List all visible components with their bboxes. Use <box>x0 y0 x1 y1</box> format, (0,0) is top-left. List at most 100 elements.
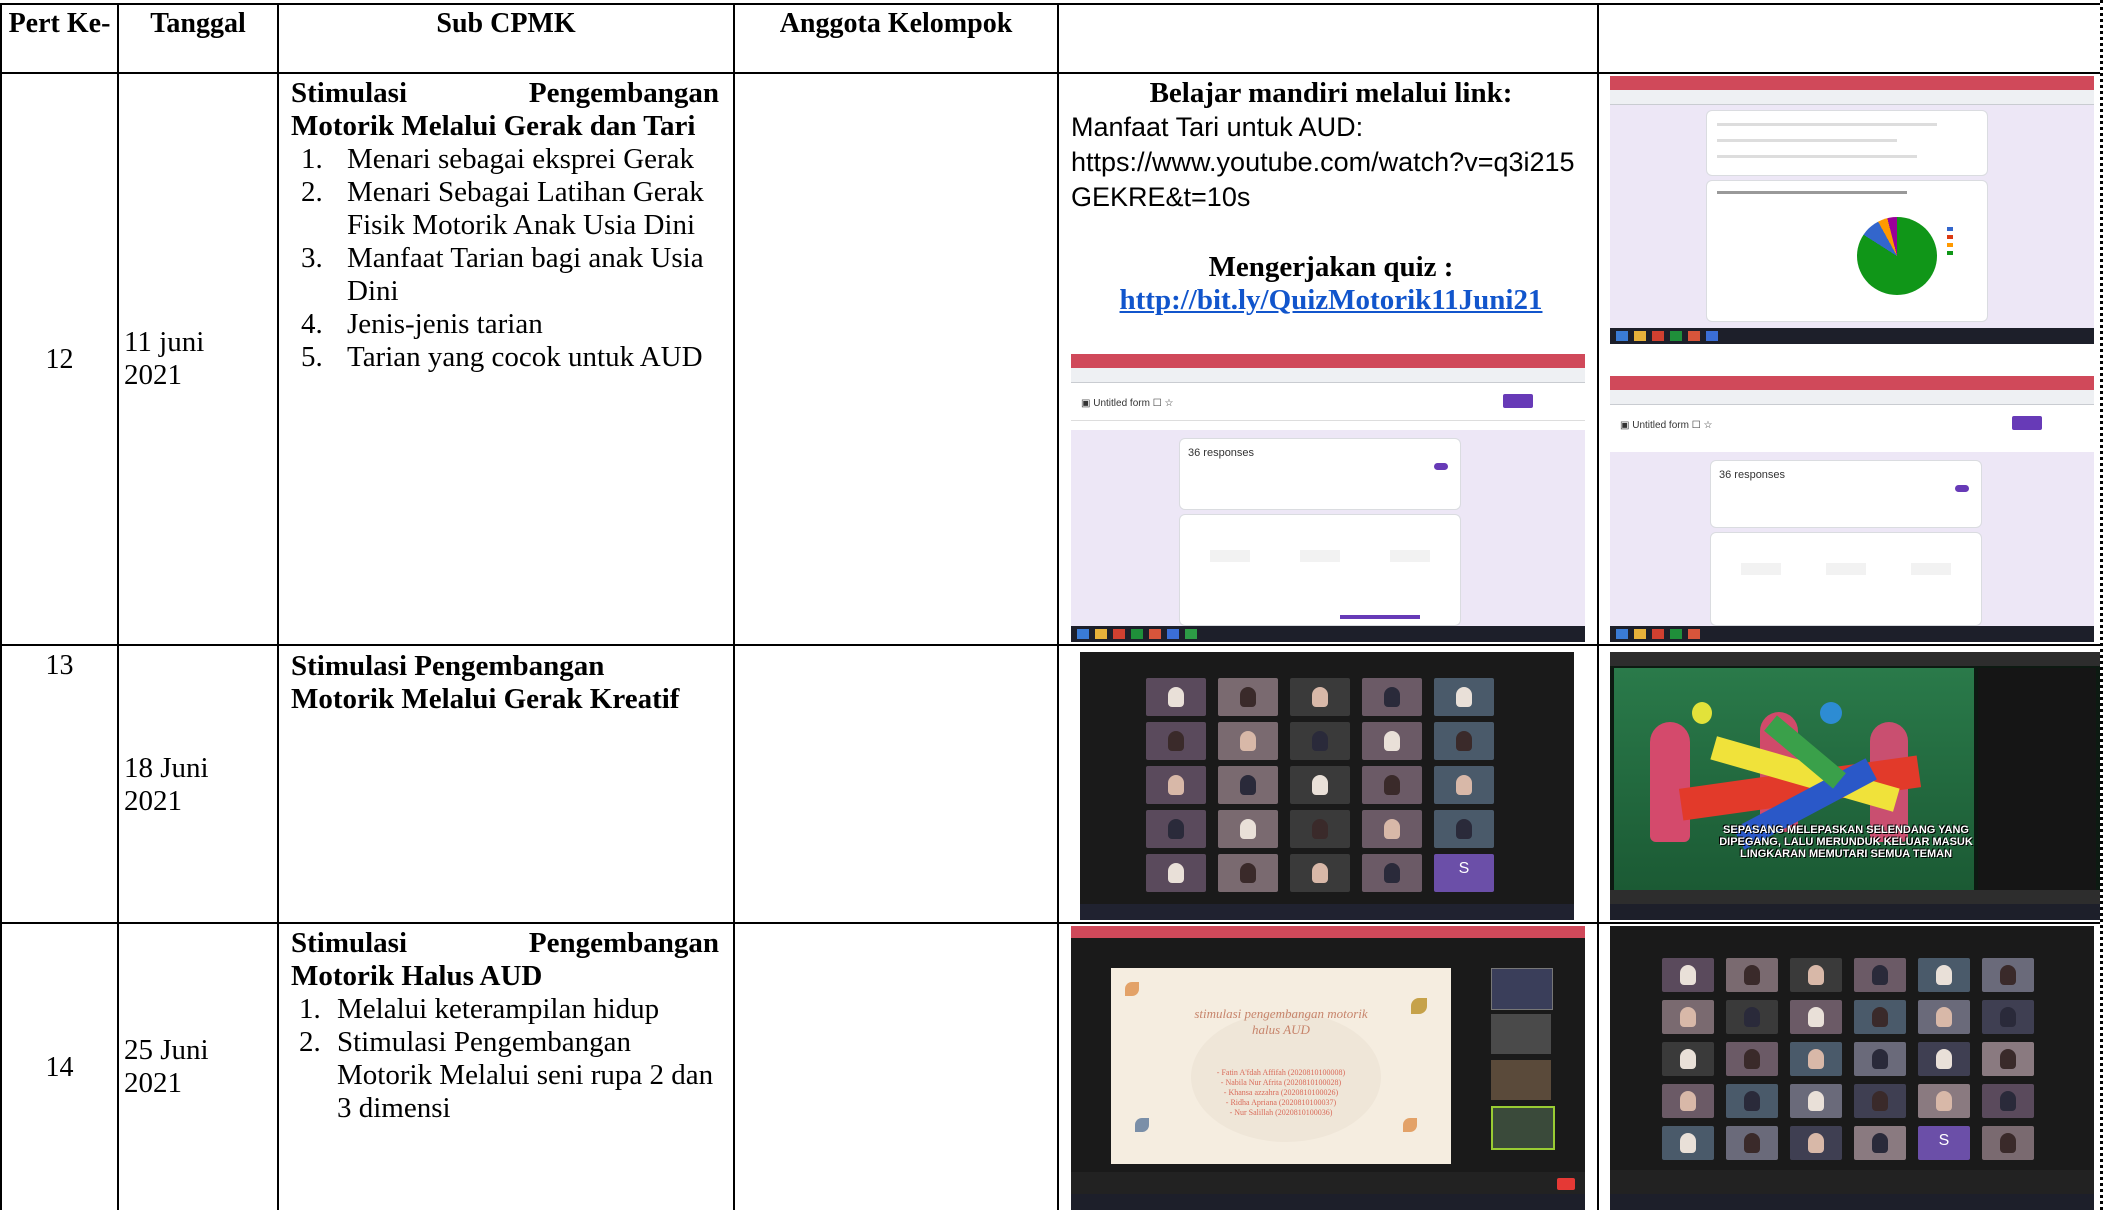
zoom-video-tile <box>1726 1042 1778 1076</box>
topic-item-text: Manfaat Tarian bagi anak Usia Dini <box>347 242 704 307</box>
belajar-url-2[interactable]: GEKRE&t=10s <box>1071 180 1591 215</box>
zoom-video-tile <box>1854 1000 1906 1034</box>
topic-item: 4. Jenis-jenis tarian <box>291 308 719 341</box>
zoom-video-tile <box>1982 1084 2034 1118</box>
zoom-video-tile <box>1290 766 1350 804</box>
zoom-video-tile <box>1918 958 1970 992</box>
row-13-date: 18 Juni 2021 <box>124 752 209 817</box>
zoom-video-tile <box>1790 1084 1842 1118</box>
zoom-video-tile <box>1726 1084 1778 1118</box>
slide-title-1: stimulasi pengembangan motorik <box>1194 1006 1368 1021</box>
row-12-date: 11 juni 2021 <box>124 326 205 391</box>
zoom-slide-screenshot: stimulasi pengembangan motorik halus AUD… <box>1071 926 1585 1210</box>
zoom-video-tile <box>1790 958 1842 992</box>
zoom-video-tile <box>1434 678 1494 716</box>
quiz-link[interactable]: http://bit.ly/QuizMotorik11Juni21 <box>1120 284 1543 316</box>
row-14-number: 14 <box>45 1052 74 1083</box>
zoom-video-tile <box>1662 1042 1714 1076</box>
zoom-video-tile <box>1726 958 1778 992</box>
zoom-video-tile <box>1362 810 1422 848</box>
zoom-video-tile <box>1662 958 1714 992</box>
zoom-video-tile <box>1146 854 1206 892</box>
row-12-subcpmk: Stimulasi Pengembangan Motorik Melalui G… <box>291 77 719 374</box>
zoom-video-tile <box>1982 1042 2034 1076</box>
zoom-video-tile <box>1662 1126 1714 1160</box>
zoom-gallery-screenshot-2: S <box>1610 926 2094 1210</box>
zoom-video-tile <box>1790 1000 1842 1034</box>
zoom-video-tile <box>1218 810 1278 848</box>
topic-item-text: Stimulasi Pengembangan Motorik Melalui s… <box>337 1026 714 1124</box>
zoom-video-tile <box>1362 722 1422 760</box>
zoom-video-tile <box>1146 678 1206 716</box>
topic-item: 2. Stimulasi Pengembangan Motorik Melalui… <box>291 1026 719 1125</box>
slide-member: - Nabila Nur Afrita (2020810100028) <box>1220 1078 1342 1087</box>
video-caption-1: SEPASANG MELEPASKAN SELENDANG YANG <box>1723 824 1969 836</box>
video-caption-3: LINGKARAN MEMUTARI SEMUA TEMAN <box>1739 848 1953 860</box>
zoom-gallery-screenshot-1: S <box>1080 652 1574 920</box>
slide-member-list: - Fatin A'fdah Affifah (2020810100008) - … <box>1111 1068 1451 1118</box>
slide-title-2: halus AUD <box>1252 1022 1310 1037</box>
slide-member: - Fatin A'fdah Affifah (2020810100008) <box>1216 1068 1346 1077</box>
row-12-topic-list: 1. Menari sebagai eksprei Gerak 2. Menari S… <box>291 143 719 374</box>
row-13-subcpmk: Stimulasi Pengembangan Motorik Melalui G… <box>291 650 719 716</box>
row-14-title-line2: Motorik Halus AUD <box>291 960 543 992</box>
header-pert: Pert Ke- <box>8 8 111 39</box>
slide-member: - Nur Salillah (2020810100036) <box>1229 1108 1333 1117</box>
slide-member: - Khansa azzahra (2020810100026) <box>1223 1088 1339 1097</box>
topic-item-text: Tarian yang cocok untuk AUD <box>347 341 703 373</box>
zoom-video-tile <box>1918 1042 1970 1076</box>
topic-item-number: 2. <box>299 1026 321 1058</box>
topic-item: 5. Tarian yang cocok untuk AUD <box>291 341 719 374</box>
zoom-video-tile <box>1662 1084 1714 1118</box>
zoom-video-tile <box>1434 766 1494 804</box>
zoom-video-tile <box>1434 810 1494 848</box>
zoom-video-tile <box>1290 678 1350 716</box>
zoom-video-tile <box>1218 766 1278 804</box>
avatar-initial: S <box>1458 860 1470 877</box>
row-14-subcpmk: Stimulasi Pengembangan Motorik Halus AUD… <box>291 927 719 1125</box>
zoom-video-tile <box>1854 1126 1906 1160</box>
zoom-video-tile <box>1662 1000 1714 1034</box>
zoom-video-tile <box>1790 1126 1842 1160</box>
zoom-video-tile <box>1218 854 1278 892</box>
zoom-video-tile <box>1434 722 1494 760</box>
topic-item-number: 2. <box>301 176 323 208</box>
zoom-video-tile <box>1290 722 1350 760</box>
zoom-video-tile <box>1218 722 1278 760</box>
topic-item-number: 5. <box>301 341 323 373</box>
row-13-title-line1: Stimulasi Pengembangan <box>291 650 605 682</box>
topic-item: 2. Menari Sebagai Latihan Gerak Fisik Mot… <box>291 176 719 242</box>
topic-item-number: 4. <box>301 308 323 340</box>
row-14-topic-list: 1. Melalui keterampilan hidup 2. Stimulasi … <box>291 993 719 1125</box>
row-12-number: 12 <box>45 344 74 375</box>
row-12-title-b: Pengembangan <box>528 77 719 109</box>
row-12-title-line2: Motorik Melalui Gerak dan Tari <box>291 110 696 142</box>
dance-video-screenshot: SEPASANG MELEPASKAN SELENDANG YANG DIPEG… <box>1610 652 2100 920</box>
header-tanggal: Tanggal <box>150 8 246 39</box>
topic-item-number: 3. <box>301 242 323 274</box>
row-12-title-a: Stimulasi <box>291 77 408 109</box>
zoom-video-tile <box>1982 1126 2034 1160</box>
zoom-video-tile <box>1918 1084 1970 1118</box>
zoom-video-tile: S <box>1434 854 1494 892</box>
zoom-video-tile <box>1218 678 1278 716</box>
belajar-url-1[interactable]: https://www.youtube.com/watch?v=q3i215 <box>1071 145 1591 180</box>
page-edge-dotted <box>2100 0 2103 1210</box>
topic-item-text: Jenis-jenis tarian <box>347 308 543 340</box>
zoom-video-tile <box>1982 1000 2034 1034</box>
zoom-video-tile <box>1290 810 1350 848</box>
zoom-video-tile <box>1918 1000 1970 1034</box>
header-subcpmk: Sub CPMK <box>436 8 576 39</box>
zoom-video-tile <box>1726 1126 1778 1160</box>
avatar-initial: S <box>1938 1132 1950 1149</box>
belajar-text: Manfaat Tari untuk AUD: <box>1071 112 1364 142</box>
quiz-heading: Mengerjakan quiz : <box>1208 251 1454 283</box>
topic-item-number: 1. <box>301 143 323 175</box>
zoom-video-tile <box>1982 958 2034 992</box>
slide-member: - Ridha Apriana (2020810100037) <box>1225 1098 1337 1107</box>
forms-screenshot-2: ▣ Untitled form ☐ ☆ 36 responses <box>1610 376 2094 642</box>
zoom-video-tile <box>1146 766 1206 804</box>
forms-screenshot-chart <box>1610 76 2094 344</box>
zoom-video-tile <box>1854 1042 1906 1076</box>
row-14-title-b: Pengembangan <box>528 927 719 959</box>
